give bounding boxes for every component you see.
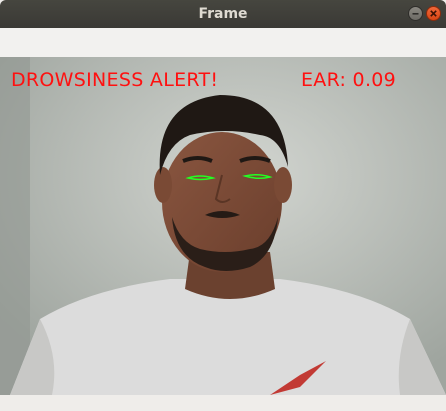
title-bar[interactable]: Frame bbox=[0, 0, 446, 28]
app-window: Frame DROWSINESS ALERT! EAR: 0.09 bbox=[0, 0, 446, 411]
close-icon bbox=[430, 10, 437, 17]
close-button[interactable] bbox=[426, 6, 441, 21]
status-bar bbox=[0, 395, 446, 411]
window-toolbar bbox=[0, 28, 446, 58]
minimize-button[interactable] bbox=[408, 6, 423, 21]
camera-image bbox=[0, 57, 446, 395]
video-frame: DROWSINESS ALERT! EAR: 0.09 bbox=[0, 57, 446, 395]
ear-value-text: EAR: 0.09 bbox=[301, 69, 397, 91]
window-title: Frame bbox=[198, 6, 248, 22]
minimize-icon bbox=[412, 13, 419, 15]
drowsiness-alert-text: DROWSINESS ALERT! bbox=[11, 69, 219, 91]
